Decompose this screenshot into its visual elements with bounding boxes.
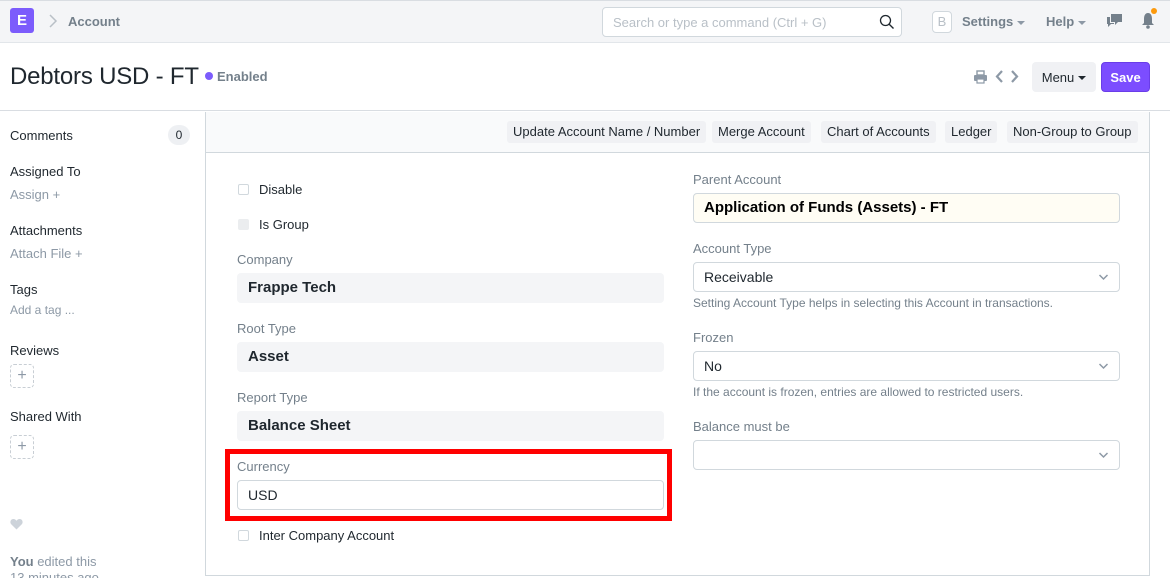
chevron-down-icon bbox=[1098, 452, 1109, 459]
account-type-select[interactable]: Receivable bbox=[693, 262, 1120, 292]
status-indicator-dot bbox=[205, 72, 213, 80]
last-edited-info: You edited this 13 minutes ago bbox=[10, 554, 99, 578]
previous-record-icon[interactable] bbox=[994, 69, 1004, 84]
breadcrumb-chevron-icon bbox=[49, 14, 58, 28]
caret-down-icon bbox=[1078, 20, 1087, 25]
tags-label: Tags bbox=[10, 282, 38, 297]
add-tag-link[interactable]: Add a tag ... bbox=[10, 303, 75, 317]
disable-label: Disable bbox=[259, 182, 303, 197]
navbar: E Account B Settings Help bbox=[0, 0, 1170, 43]
chat-icon[interactable] bbox=[1106, 13, 1123, 28]
chart-of-accounts-button[interactable]: Chart of Accounts bbox=[821, 121, 936, 143]
shared-with-label: Shared With bbox=[10, 409, 82, 424]
form-card: Update Account Name / Number Merge Accou… bbox=[205, 112, 1150, 576]
settings-label: Settings bbox=[962, 14, 1014, 29]
breadcrumb-account[interactable]: Account bbox=[68, 14, 120, 29]
non-group-to-group-button[interactable]: Non-Group to Group bbox=[1007, 121, 1138, 143]
report-type-field: Balance Sheet bbox=[237, 411, 664, 441]
help-label: Help bbox=[1046, 14, 1075, 29]
page-title: Debtors USD - FT bbox=[10, 63, 199, 90]
comments-count-badge: 0 bbox=[168, 125, 190, 145]
add-review-button[interactable]: + bbox=[10, 364, 34, 388]
parent-account-input[interactable]: Application of Funds (Assets) - FT bbox=[693, 193, 1120, 223]
parent-account-label: Parent Account bbox=[693, 172, 782, 187]
reviews-label: Reviews bbox=[10, 343, 60, 358]
assign-link[interactable]: Assign + bbox=[10, 187, 60, 202]
user-avatar[interactable]: B bbox=[932, 11, 952, 33]
currency-input[interactable]: USD bbox=[237, 480, 664, 510]
update-account-name-button[interactable]: Update Account Name / Number bbox=[507, 121, 707, 143]
balance-must-be-select[interactable] bbox=[693, 440, 1120, 470]
attachments-label: Attachments bbox=[10, 223, 83, 238]
chevron-down-icon bbox=[1098, 274, 1109, 281]
page-head: Debtors USD - FT Enabled Menu Save bbox=[0, 43, 1170, 111]
edited-by: You bbox=[10, 554, 34, 569]
help-dropdown[interactable]: Help bbox=[1046, 14, 1087, 29]
frozen-select[interactable]: No bbox=[693, 351, 1120, 381]
company-field: Frappe Tech bbox=[237, 273, 664, 303]
status-badge: Enabled bbox=[217, 69, 268, 84]
form-sidebar: Comments 0 Assigned To Assign + Attachme… bbox=[0, 112, 200, 578]
add-share-button[interactable]: + bbox=[10, 435, 34, 459]
ledger-button[interactable]: Ledger bbox=[945, 121, 998, 143]
print-icon[interactable] bbox=[973, 70, 988, 84]
is-group-label: Is Group bbox=[259, 217, 309, 232]
settings-dropdown[interactable]: Settings bbox=[962, 14, 1026, 29]
caret-down-icon bbox=[1017, 20, 1026, 25]
currency-label: Currency bbox=[237, 459, 290, 474]
app-logo[interactable]: E bbox=[10, 8, 34, 33]
comments-label[interactable]: Comments bbox=[10, 128, 73, 143]
disable-checkbox[interactable] bbox=[238, 184, 249, 195]
next-record-icon[interactable] bbox=[1010, 69, 1020, 84]
inter-company-label: Inter Company Account bbox=[259, 528, 395, 543]
report-type-label: Report Type bbox=[237, 390, 308, 405]
menu-button[interactable]: Menu bbox=[1032, 62, 1096, 92]
chevron-down-icon bbox=[1098, 363, 1109, 370]
merge-account-button[interactable]: Merge Account bbox=[712, 121, 811, 143]
assigned-to-label: Assigned To bbox=[10, 164, 81, 179]
account-type-value: Receivable bbox=[704, 269, 774, 285]
like-heart-icon[interactable] bbox=[10, 518, 23, 530]
root-type-label: Root Type bbox=[237, 321, 297, 336]
account-type-help: Setting Account Type helps in selecting … bbox=[693, 296, 1053, 310]
root-type-field: Asset bbox=[237, 342, 664, 372]
search-icon[interactable] bbox=[879, 14, 895, 30]
frozen-help: If the account is frozen, entries are al… bbox=[693, 385, 1024, 399]
form-toolbar: Update Account Name / Number Merge Accou… bbox=[206, 112, 1149, 153]
search-input[interactable] bbox=[603, 8, 863, 36]
caret-down-icon bbox=[1078, 76, 1087, 81]
frozen-value: No bbox=[704, 358, 722, 374]
frozen-label: Frozen bbox=[693, 330, 734, 345]
account-type-label: Account Type bbox=[693, 241, 772, 256]
edited-text: edited this bbox=[33, 554, 97, 569]
notification-dot bbox=[1151, 8, 1157, 14]
edited-time: 13 minutes ago bbox=[10, 570, 99, 578]
is-group-checkbox bbox=[238, 219, 249, 230]
inter-company-checkbox[interactable] bbox=[238, 530, 249, 541]
company-label: Company bbox=[237, 252, 293, 267]
attach-file-link[interactable]: Attach File + bbox=[10, 246, 83, 261]
menu-label: Menu bbox=[1041, 69, 1075, 85]
save-button[interactable]: Save bbox=[1101, 62, 1150, 92]
search-bar[interactable] bbox=[602, 7, 902, 37]
balance-must-be-label: Balance must be bbox=[693, 419, 790, 434]
